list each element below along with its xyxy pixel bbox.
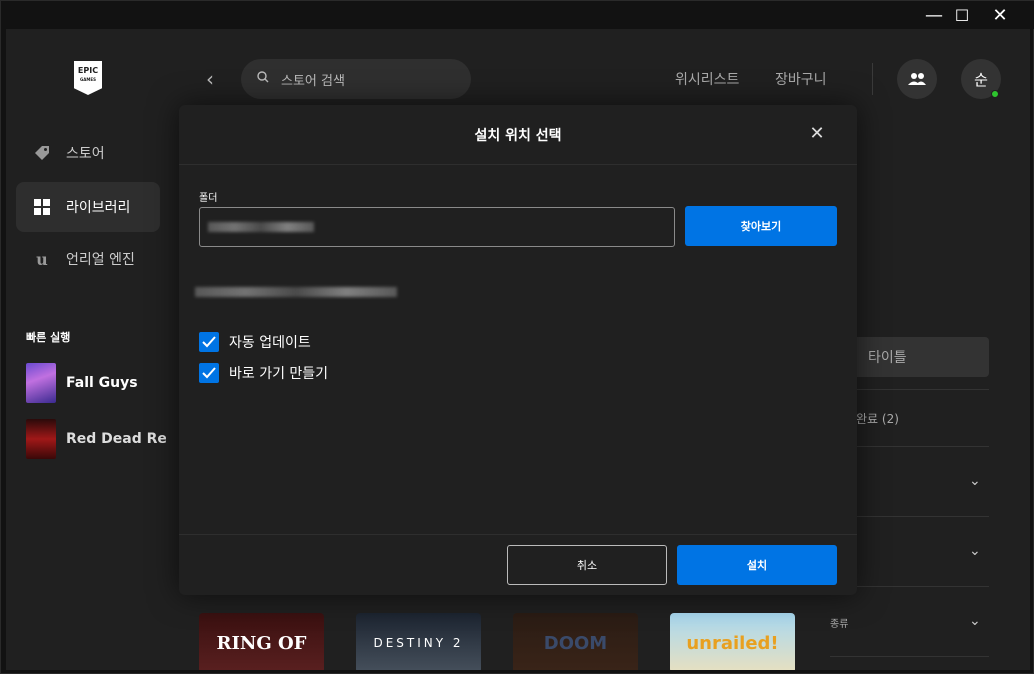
- minimize-button[interactable]: —: [921, 5, 947, 27]
- sidebar-item-label: 라이브러리: [66, 200, 131, 216]
- back-button[interactable]: ‹: [206, 67, 214, 91]
- online-status-indicator: [991, 90, 999, 98]
- genre-filter[interactable]: 종류: [830, 615, 989, 630]
- maximize-button[interactable]: ☐: [949, 5, 975, 27]
- chevron-down-icon[interactable]: ⌄: [969, 473, 981, 489]
- divider: [179, 534, 857, 535]
- logo-subtext: GAMES: [80, 77, 96, 82]
- sidebar-item-store[interactable]: 스토어: [16, 128, 160, 178]
- browse-button[interactable]: 찾아보기: [685, 206, 837, 246]
- game-tile[interactable]: RING OF: [199, 613, 324, 670]
- game-tile-title: DOOM: [543, 632, 608, 654]
- auto-update-label: 자동 업데이트: [229, 335, 311, 351]
- quick-launch-label: Fall Guys: [66, 375, 138, 391]
- game-tile[interactable]: DOOM: [513, 613, 638, 670]
- game-tile-title: DESTINY 2: [373, 636, 464, 650]
- title-filter-input[interactable]: 타이틀: [844, 337, 989, 377]
- chevron-down-icon[interactable]: ⌄: [969, 613, 981, 629]
- folder-label: 폴더: [199, 193, 218, 204]
- search-icon: [257, 71, 269, 87]
- redacted-disk-info: [195, 287, 397, 297]
- folder-path-input[interactable]: [199, 207, 675, 247]
- close-window-button[interactable]: ✕: [987, 5, 1013, 27]
- friends-button[interactable]: [897, 59, 937, 99]
- game-tile-title: unrailed!: [686, 632, 779, 654]
- sidebar-item-label: 언리얼 엔진: [66, 252, 135, 268]
- cart-link[interactable]: 장바구니: [775, 69, 827, 89]
- checkmark-icon: [199, 363, 219, 383]
- avatar-initial: 순: [974, 70, 988, 89]
- create-shortcut-label: 바로 가기 만들기: [229, 366, 329, 382]
- install-button[interactable]: 설치: [677, 545, 837, 585]
- tag-icon: [34, 145, 50, 161]
- quick-launch-title: 빠른 실행: [26, 331, 71, 344]
- checkmark-icon: [199, 332, 219, 352]
- quick-launch-item[interactable]: Red Dead Re: [26, 419, 166, 459]
- launcher: EPIC GAMES 스토어 라이브러리 u 언리얼 엔진 빠른 실행 Fall…: [6, 29, 1030, 670]
- search-input[interactable]: 스토어 검색: [241, 59, 471, 99]
- dialog-header: 설치 위치 선택 ✕: [179, 105, 857, 165]
- unreal-icon: u: [36, 249, 48, 269]
- cancel-button[interactable]: 취소: [507, 545, 667, 585]
- sidebar-item-label: 스토어: [66, 146, 105, 162]
- quick-launch-label: Red Dead Re: [66, 431, 166, 447]
- title-filter-placeholder: 타이틀: [868, 350, 907, 366]
- auto-update-checkbox[interactable]: 자동 업데이트: [199, 332, 311, 352]
- app-window: — ☐ ✕ EPIC GAMES 스토어 라이브러리 u 언리얼 엔진 빠른 실…: [0, 0, 1034, 674]
- epic-logo[interactable]: EPIC GAMES: [74, 61, 102, 95]
- logo-text: EPIC: [77, 66, 99, 75]
- friends-icon: [908, 73, 926, 85]
- divider: [872, 63, 873, 95]
- fall-guys-thumbnail: [26, 363, 56, 403]
- redacted-path: [208, 222, 314, 232]
- sidebar-item-unreal[interactable]: u 언리얼 엔진: [16, 234, 160, 284]
- game-tile[interactable]: DESTINY 2: [356, 613, 481, 670]
- close-icon[interactable]: ✕: [807, 123, 827, 144]
- dialog-title: 설치 위치 선택: [474, 128, 562, 144]
- install-location-dialog: 설치 위치 선택 ✕ 폴더 찾아보기 자동 업데이트 바로 가기 만들기 취소 …: [179, 105, 857, 595]
- title-bar: — ☐ ✕: [1, 1, 1034, 29]
- quick-launch-item[interactable]: Fall Guys: [26, 363, 166, 403]
- divider: [830, 656, 989, 657]
- chevron-down-icon[interactable]: ⌄: [969, 543, 981, 559]
- search-placeholder: 스토어 검색: [281, 73, 345, 89]
- game-tile[interactable]: unrailed!: [670, 613, 795, 670]
- grid-icon: [34, 199, 50, 215]
- red-dead-thumbnail: [26, 419, 56, 459]
- create-shortcut-checkbox[interactable]: 바로 가기 만들기: [199, 363, 328, 383]
- sidebar-item-library[interactable]: 라이브러리: [16, 182, 160, 232]
- wishlist-link[interactable]: 위시리스트: [675, 69, 739, 89]
- installed-filter-label: 완료 (2): [856, 412, 899, 426]
- genre-filter-label: 종류: [830, 619, 849, 630]
- game-tile-title: RING OF: [216, 632, 307, 654]
